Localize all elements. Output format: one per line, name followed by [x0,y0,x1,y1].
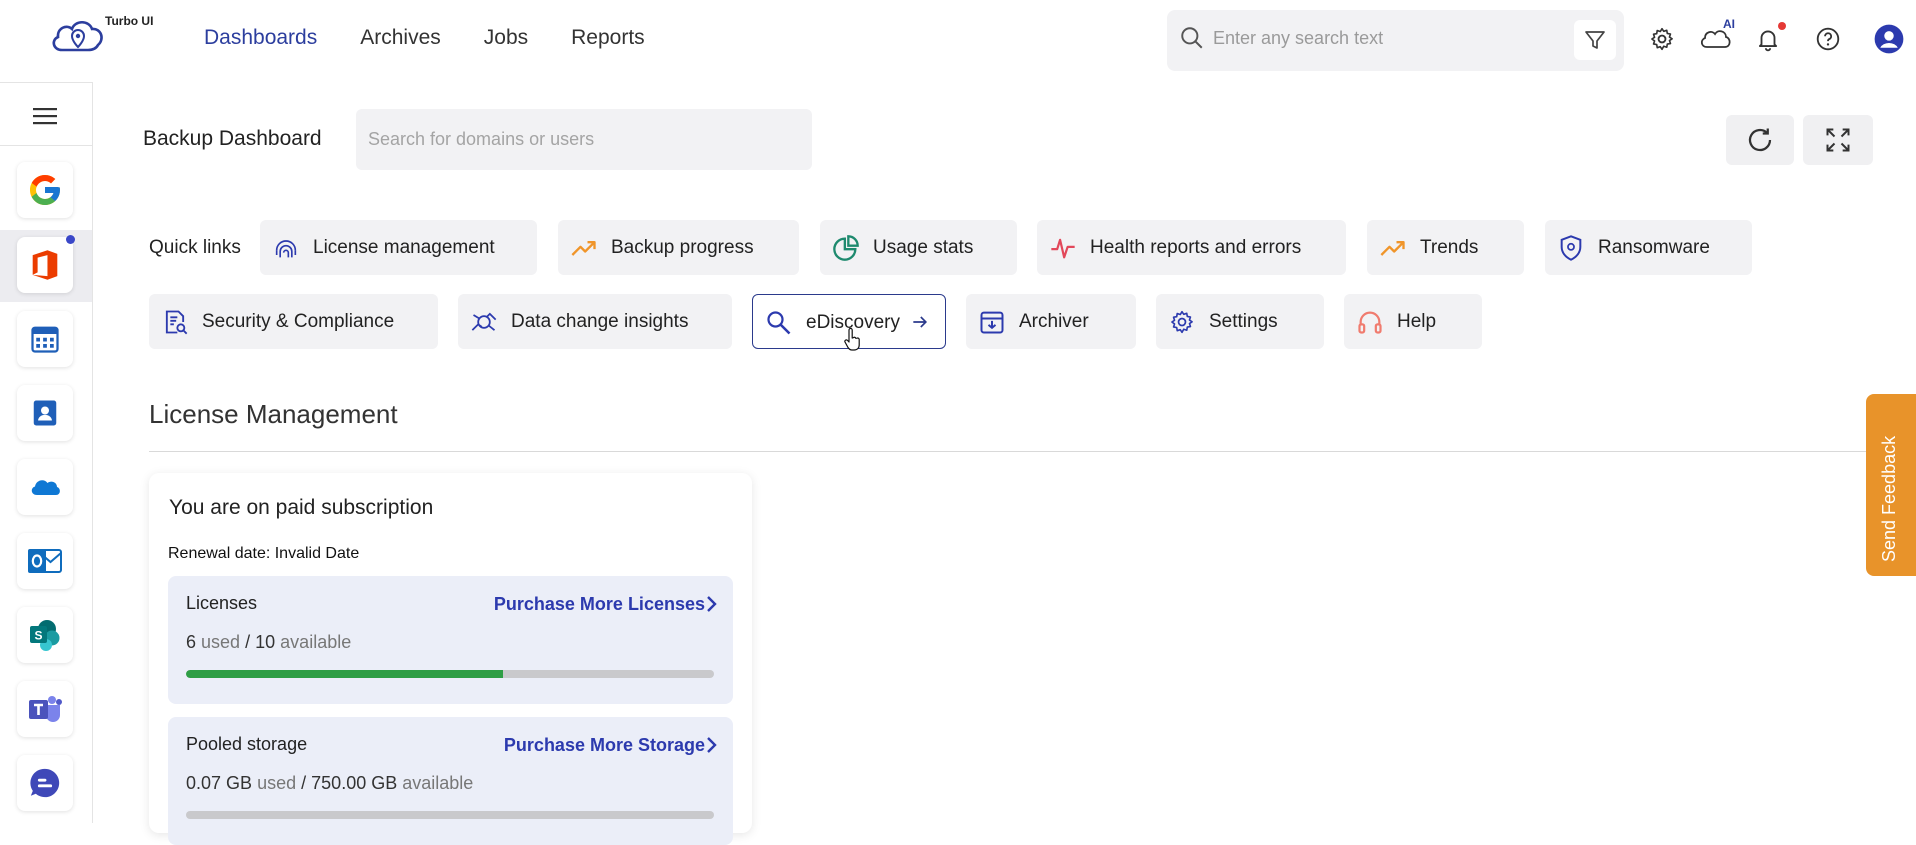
arrow-right-icon [910,312,930,332]
trend-up-icon [570,234,598,262]
sidebar-item-sharepoint[interactable]: S [17,607,73,663]
send-feedback-label: Send Feedback [1879,436,1900,562]
office-icon [30,249,60,281]
quick-link-help[interactable]: Help [1344,294,1482,349]
quick-link-trends[interactable]: Trends [1367,220,1524,275]
document-search-icon [161,308,189,336]
refresh-icon [1745,125,1775,155]
nav-dashboards[interactable]: Dashboards [204,26,317,50]
quick-links-label: Quick links [149,237,241,259]
chevron-right-icon[interactable] [705,735,719,755]
subscription-card: You are on paid subscription Renewal dat… [149,473,752,833]
send-feedback-tab[interactable]: Send Feedback [1866,394,1916,576]
sidebar-item-chat[interactable] [17,755,73,811]
licenses-progress-fill [186,670,503,678]
licenses-title: Licenses [186,593,257,614]
storage-progress-bar [186,811,714,819]
quick-link-ransomware[interactable]: Ransomware [1545,220,1752,275]
nav-jobs[interactable]: Jobs [484,26,528,50]
sidebar-item-teams[interactable] [17,681,73,737]
refresh-button[interactable] [1726,115,1794,165]
purchase-storage-link[interactable]: Purchase More Storage [504,735,705,756]
sidebar-item-calendar[interactable] [17,311,73,367]
sidebar-item-onedrive[interactable] [17,459,73,515]
pie-chart-icon [832,234,860,262]
insights-icon [470,308,498,336]
turbo-cloud-logo[interactable] [48,14,108,58]
quick-link-data-change-insights[interactable]: Data change insights [458,294,732,349]
sidebar-item-google[interactable] [17,162,73,218]
main-nav: Dashboards Archives Jobs Reports [204,26,645,50]
domain-search [356,109,812,170]
settings-button[interactable] [1647,24,1677,54]
storage-title: Pooled storage [186,734,307,755]
sidebar-item-outlook[interactable] [17,533,73,589]
quick-link-backup-progress[interactable]: Backup progress [558,220,799,275]
svg-text:S: S [34,629,42,643]
onedrive-icon [29,476,61,498]
trend-up-icon [1379,234,1407,262]
gear-icon [1649,26,1675,52]
license-icon [272,234,300,262]
global-search [1167,10,1624,71]
licenses-usage: 6 used / 10 available [186,632,351,653]
avatar-icon [1874,24,1904,54]
bell-icon [1755,26,1781,52]
quick-link-health-reports[interactable]: Health reports and errors [1037,220,1346,275]
section-title-license-management: License Management [149,399,398,430]
magnifier-icon [765,309,793,337]
user-avatar-button[interactable] [1874,24,1904,54]
storage-panel: Pooled storage Purchase More Storage 0.0… [168,717,733,845]
page-title: Backup Dashboard [143,127,322,151]
quick-link-settings[interactable]: Settings [1156,294,1324,349]
pulse-icon [1049,234,1077,262]
subscription-title: You are on paid subscription [169,496,433,520]
licenses-progress-bar [186,670,714,678]
google-icon [27,172,63,208]
shield-icon [1557,234,1585,262]
sidebar: S [0,82,93,823]
fullscreen-button[interactable] [1803,115,1873,165]
help-icon [1815,26,1841,52]
sidebar-divider [0,145,92,146]
nav-reports[interactable]: Reports [571,26,645,50]
quick-link-security-compliance[interactable]: Security & Compliance [149,294,438,349]
hand-cursor-icon [843,328,861,352]
contacts-icon [30,398,60,428]
sharepoint-icon: S [28,618,62,652]
notification-dot [1778,22,1786,30]
sidebar-item-office365[interactable] [17,237,73,293]
ai-badge: AI [1723,17,1735,31]
chat-icon [28,766,62,800]
logo-text: Turbo UI [105,14,153,28]
global-search-input[interactable] [1213,28,1553,49]
office365-indicator-dot [66,235,75,244]
calendar-icon [30,324,60,354]
quick-link-archiver[interactable]: Archiver [966,294,1136,349]
section-divider [149,451,1869,452]
purchase-licenses-link[interactable]: Purchase More Licenses [494,594,705,615]
quick-link-license-management[interactable]: License management [260,220,537,275]
gear-icon [1168,308,1196,336]
nav-archives[interactable]: Archives [360,26,441,50]
expand-icon [1824,126,1852,154]
chevron-right-icon[interactable] [705,594,719,614]
headset-icon [1356,308,1384,336]
archive-icon [978,308,1006,336]
search-icon [1179,25,1205,51]
sidebar-item-contacts[interactable] [17,385,73,441]
licenses-panel: Licenses Purchase More Licenses 6 used /… [168,576,733,704]
menu-icon[interactable] [32,105,58,127]
domain-search-input[interactable] [368,129,788,150]
renewal-date: Renewal date: Invalid Date [168,545,359,563]
top-bar: Turbo UI Dashboards Archives Jobs Report… [0,0,1916,82]
outlook-icon [27,545,63,577]
help-button[interactable] [1813,24,1843,54]
teams-icon [27,693,63,725]
storage-usage: 0.07 GB used / 750.00 GB available [186,773,473,794]
filter-icon [1583,28,1607,52]
filter-button[interactable] [1574,20,1616,60]
quick-link-usage-stats[interactable]: Usage stats [820,220,1017,275]
